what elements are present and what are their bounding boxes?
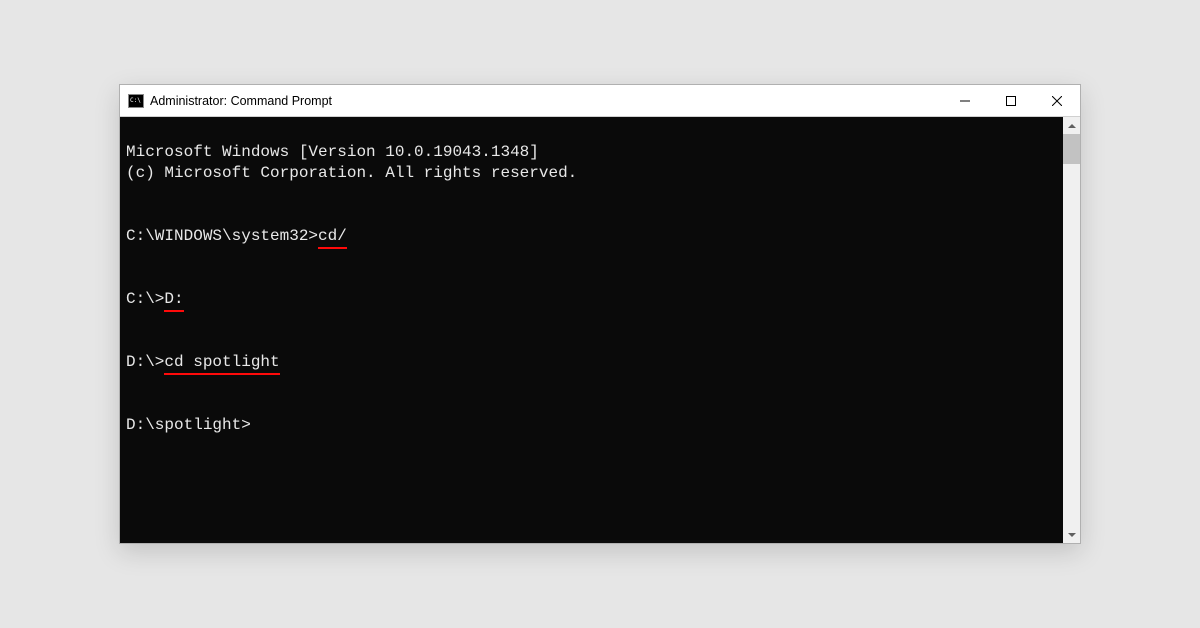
- prompt-line-2: C:\>D:: [126, 289, 184, 310]
- titlebar[interactable]: Administrator: Command Prompt: [120, 85, 1080, 117]
- copyright-line: (c) Microsoft Corporation. All rights re…: [126, 163, 577, 184]
- maximize-icon: [1006, 96, 1016, 106]
- cmd-icon: [128, 93, 144, 109]
- close-icon: [1052, 96, 1062, 106]
- scrollbar-thumb[interactable]: [1063, 134, 1080, 164]
- scroll-up-button[interactable]: [1063, 117, 1080, 134]
- prompt-2-command: D:: [164, 289, 183, 310]
- terminal-area: Microsoft Windows [Version 10.0.19043.13…: [120, 117, 1080, 543]
- minimize-icon: [960, 96, 970, 106]
- scrollbar-track[interactable]: [1063, 134, 1080, 526]
- chevron-down-icon: [1068, 533, 1076, 537]
- prompt-1-command: cd/: [318, 226, 347, 247]
- minimize-button[interactable]: [942, 85, 988, 116]
- prompt-line-1: C:\WINDOWS\system32>cd/: [126, 226, 347, 247]
- command-prompt-window: Administrator: Command Prompt Microsoft …: [119, 84, 1081, 544]
- terminal-output[interactable]: Microsoft Windows [Version 10.0.19043.13…: [120, 117, 1063, 543]
- prompt-3-path: D:\>: [126, 353, 164, 371]
- vertical-scrollbar[interactable]: [1063, 117, 1080, 543]
- version-line: Microsoft Windows [Version 10.0.19043.13…: [126, 142, 539, 163]
- close-button[interactable]: [1034, 85, 1080, 116]
- prompt-2-path: C:\>: [126, 290, 164, 308]
- maximize-button[interactable]: [988, 85, 1034, 116]
- scroll-down-button[interactable]: [1063, 526, 1080, 543]
- window-controls: [942, 85, 1080, 116]
- prompt-line-4: D:\spotlight>: [126, 415, 251, 436]
- prompt-line-3: D:\>cd spotlight: [126, 352, 280, 373]
- window-title: Administrator: Command Prompt: [150, 94, 942, 108]
- prompt-3-command: cd spotlight: [164, 352, 279, 373]
- prompt-1-path: C:\WINDOWS\system32>: [126, 227, 318, 245]
- chevron-up-icon: [1068, 124, 1076, 128]
